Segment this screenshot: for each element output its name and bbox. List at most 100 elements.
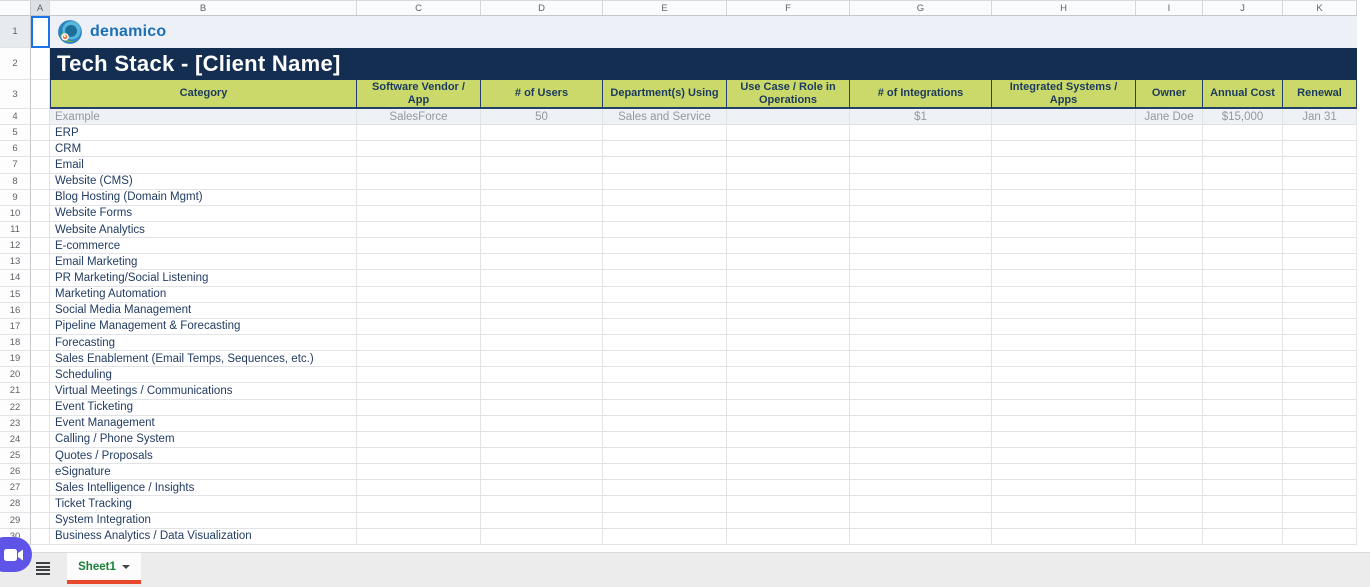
empty-cell[interactable] <box>727 464 850 481</box>
empty-cell[interactable] <box>481 399 603 416</box>
row-header-28[interactable]: 28 <box>0 496 31 513</box>
empty-cell[interactable] <box>1136 496 1203 513</box>
empty-cell[interactable] <box>850 141 992 158</box>
cell[interactable] <box>31 109 50 126</box>
empty-cell[interactable] <box>992 512 1136 529</box>
empty-cell[interactable] <box>850 464 992 481</box>
empty-cell[interactable] <box>357 496 481 513</box>
empty-cell[interactable] <box>1203 480 1283 497</box>
empty-cell[interactable] <box>603 480 727 497</box>
row-header-2[interactable]: 2 <box>0 48 31 80</box>
empty-cell[interactable] <box>727 334 850 352</box>
empty-cell[interactable] <box>1136 447 1203 465</box>
empty-cell[interactable] <box>1283 221 1357 239</box>
empty-cell[interactable] <box>481 205 603 222</box>
empty-cell[interactable] <box>992 173 1136 190</box>
empty-cell[interactable] <box>992 205 1136 222</box>
empty-cell[interactable] <box>1203 351 1283 368</box>
cell[interactable] <box>31 141 50 158</box>
empty-cell[interactable] <box>357 270 481 287</box>
empty-cell[interactable] <box>481 238 603 255</box>
empty-cell[interactable] <box>357 221 481 239</box>
empty-cell[interactable] <box>992 447 1136 465</box>
empty-cell[interactable] <box>1283 157 1357 174</box>
table-header-cell[interactable]: Department(s) Using <box>603 80 727 109</box>
empty-cell[interactable] <box>850 270 992 287</box>
empty-cell[interactable] <box>481 318 603 335</box>
empty-cell[interactable] <box>1203 399 1283 416</box>
table-header-cell[interactable]: Renewal <box>1283 80 1357 109</box>
empty-cell[interactable] <box>727 205 850 222</box>
empty-cell[interactable] <box>850 415 992 432</box>
category-cell[interactable]: Virtual Meetings / Communications <box>50 383 357 400</box>
row-header-27[interactable]: 27 <box>0 480 31 497</box>
empty-cell[interactable] <box>603 286 727 303</box>
empty-cell[interactable] <box>992 496 1136 513</box>
cell[interactable] <box>31 48 50 80</box>
empty-cell[interactable] <box>481 141 603 158</box>
column-header-b[interactable]: B <box>50 1 357 15</box>
empty-cell[interactable] <box>727 270 850 287</box>
empty-cell[interactable] <box>1283 334 1357 352</box>
empty-cell[interactable] <box>1136 528 1203 545</box>
example-cell[interactable]: 50 <box>481 109 603 126</box>
empty-cell[interactable] <box>481 334 603 352</box>
empty-cell[interactable] <box>992 141 1136 158</box>
empty-cell[interactable] <box>992 318 1136 335</box>
empty-cell[interactable] <box>727 351 850 368</box>
empty-cell[interactable] <box>603 528 727 545</box>
empty-cell[interactable] <box>850 173 992 190</box>
empty-cell[interactable] <box>481 480 603 497</box>
cell[interactable] <box>31 80 50 109</box>
example-cell[interactable]: Sales and Service <box>603 109 727 126</box>
cell[interactable] <box>31 351 50 368</box>
table-header-cell[interactable]: Software Vendor / App <box>357 80 481 109</box>
empty-cell[interactable] <box>850 286 992 303</box>
tab-sheet1[interactable]: Sheet1 <box>67 553 141 584</box>
column-header-j[interactable]: J <box>1203 1 1283 15</box>
row-header-15[interactable]: 15 <box>0 286 31 303</box>
empty-cell[interactable] <box>357 334 481 352</box>
empty-cell[interactable] <box>1136 141 1203 158</box>
empty-cell[interactable] <box>1136 431 1203 448</box>
cell[interactable] <box>31 125 50 142</box>
empty-cell[interactable] <box>992 415 1136 432</box>
cell[interactable] <box>31 318 50 335</box>
empty-cell[interactable] <box>992 367 1136 384</box>
row-header-6[interactable]: 6 <box>0 141 31 158</box>
empty-cell[interactable] <box>603 221 727 239</box>
example-cell[interactable] <box>992 109 1136 126</box>
empty-cell[interactable] <box>481 286 603 303</box>
empty-cell[interactable] <box>992 383 1136 400</box>
row-header-19[interactable]: 19 <box>0 351 31 368</box>
category-cell[interactable]: Website Forms <box>50 205 357 222</box>
empty-cell[interactable] <box>481 254 603 271</box>
empty-cell[interactable] <box>357 351 481 368</box>
row-header-8[interactable]: 8 <box>0 173 31 190</box>
empty-cell[interactable] <box>603 189 727 206</box>
example-cell[interactable]: $1 <box>850 109 992 126</box>
empty-cell[interactable] <box>1136 415 1203 432</box>
empty-cell[interactable] <box>603 318 727 335</box>
all-sheets-menu-icon[interactable] <box>36 562 50 575</box>
row-header-21[interactable]: 21 <box>0 383 31 400</box>
empty-cell[interactable] <box>850 399 992 416</box>
empty-cell[interactable] <box>1203 302 1283 319</box>
column-header-f[interactable]: F <box>727 1 850 15</box>
select-all-corner[interactable] <box>0 1 31 15</box>
empty-cell[interactable] <box>1203 447 1283 465</box>
cell[interactable] <box>31 447 50 465</box>
empty-cell[interactable] <box>1283 415 1357 432</box>
row-header-10[interactable]: 10 <box>0 205 31 222</box>
empty-cell[interactable] <box>850 447 992 465</box>
empty-cell[interactable] <box>1203 221 1283 239</box>
empty-cell[interactable] <box>850 238 992 255</box>
empty-cell[interactable] <box>1136 238 1203 255</box>
empty-cell[interactable] <box>1136 254 1203 271</box>
empty-cell[interactable] <box>357 480 481 497</box>
cell[interactable] <box>31 173 50 190</box>
category-cell[interactable]: Website (CMS) <box>50 173 357 190</box>
empty-cell[interactable] <box>850 318 992 335</box>
category-cell[interactable]: Event Management <box>50 415 357 432</box>
column-header-k[interactable]: K <box>1283 1 1357 15</box>
